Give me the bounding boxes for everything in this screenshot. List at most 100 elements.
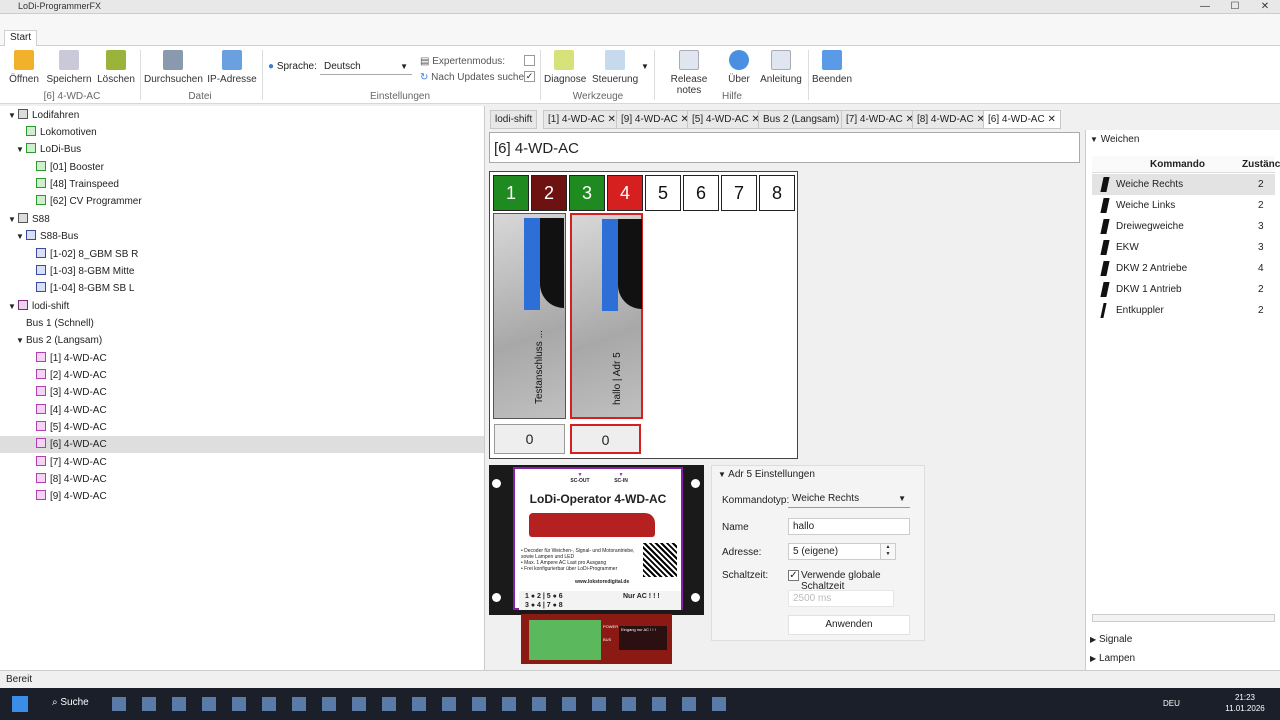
section-weichen[interactable]: ▼ Weichen xyxy=(1090,134,1139,145)
slot[interactable]: 2 xyxy=(531,175,567,211)
slot[interactable]: 8 xyxy=(759,175,795,211)
separator xyxy=(808,50,809,100)
table-row[interactable]: Dreiwegweiche 3 xyxy=(1092,216,1275,237)
language-indicator[interactable]: DEU xyxy=(1163,699,1180,708)
tree-node[interactable]: [1-04] 8-GBM SB L xyxy=(36,280,134,297)
tree-node[interactable]: [1] 4-WD-AC xyxy=(36,350,107,367)
refresh-icon: ↻ xyxy=(420,72,429,83)
folder-icon xyxy=(14,50,34,70)
table-row[interactable]: EKW 3 xyxy=(1092,237,1275,258)
about-button[interactable]: Über xyxy=(724,50,754,90)
taskbar-app-icons[interactable] xyxy=(112,697,732,711)
slot[interactable]: 5 xyxy=(645,175,681,211)
mount-hole xyxy=(691,479,700,488)
tree-node[interactable]: [7] 4-WD-AC xyxy=(36,454,107,471)
table-row[interactable]: DKW 1 Antrieb 2 xyxy=(1092,279,1275,300)
slot[interactable]: 4 xyxy=(607,175,643,211)
tree-node[interactable]: [8] 4-WD-AC xyxy=(36,471,107,488)
control-button[interactable]: Steuerung xyxy=(592,50,638,90)
terminal-block xyxy=(529,620,601,660)
section-lampen[interactable]: ▶ Lampen xyxy=(1090,653,1135,664)
slot[interactable]: 7 xyxy=(721,175,757,211)
address-field[interactable]: 5 (eigene) xyxy=(788,543,894,560)
tree-node[interactable]: [48] Trainspeed xyxy=(36,176,119,193)
tree-node[interactable]: [1-03] 8-GBM Mitte xyxy=(36,263,134,280)
tree-node[interactable]: ▼ lodi-shift xyxy=(8,298,69,315)
table-row[interactable]: Entkuppler 2 xyxy=(1092,300,1275,321)
slot[interactable]: 3 xyxy=(569,175,605,211)
tree-node[interactable]: Lokomotiven xyxy=(26,124,97,141)
doc-tab-active[interactable]: [6] 4-WD-AC ✕ xyxy=(983,110,1061,129)
delete-button[interactable]: Löschen xyxy=(96,50,136,90)
table-row[interactable]: Weiche Links 2 xyxy=(1092,195,1275,216)
doc-tab[interactable]: [8] 4-WD-AC ✕ xyxy=(912,110,990,129)
minimize-button[interactable]: — xyxy=(1190,0,1220,14)
doc-tab[interactable]: [7] 4-WD-AC ✕ xyxy=(841,110,919,129)
counter-button[interactable]: 0 xyxy=(494,424,565,454)
language-select[interactable]: Deutsch ▼ xyxy=(320,58,412,75)
turnout-card-selected[interactable]: hallo | Adr 5 xyxy=(570,213,643,419)
apply-button[interactable]: Anwenden xyxy=(788,615,910,635)
tree-node[interactable]: Bus 1 (Schnell) xyxy=(26,315,94,332)
manual-button[interactable]: Anleitung xyxy=(760,50,802,90)
device-title: LoDi-Operator 4-WD-AC xyxy=(529,492,667,506)
global-time-label: Verwende globale Schaltzeit xyxy=(801,570,881,592)
doc-tab[interactable]: lodi-shift xyxy=(490,110,538,129)
tree-node[interactable]: ▼ Lodifahren xyxy=(8,107,79,124)
tree-node[interactable]: [01] Booster xyxy=(36,159,104,176)
taskbar-search[interactable]: ⌕ Suche xyxy=(52,697,89,708)
open-button[interactable]: Öffnen xyxy=(6,50,42,90)
tree-node[interactable]: ▼ LoDi-Bus xyxy=(16,141,81,158)
tree-node[interactable]: [1-02] 8_GBM SB R xyxy=(36,246,138,263)
updates-checkbox[interactable]: ✓ xyxy=(524,71,535,82)
doc-tab[interactable]: [5] 4-WD-AC ✕ xyxy=(687,110,765,129)
ip-address-button[interactable]: IP-Adresse xyxy=(206,50,258,90)
chevron-down-icon[interactable]: ▼ xyxy=(641,62,649,71)
turnout-card[interactable]: Testanschluss ... xyxy=(493,213,566,419)
close-button[interactable]: ✕ xyxy=(1250,0,1280,14)
release-notes-button[interactable]: Release notes xyxy=(660,50,718,96)
tree-node[interactable]: ▼ S88-Bus xyxy=(16,228,78,245)
diagnose-button[interactable]: Diagnose xyxy=(544,50,586,90)
tree-node[interactable]: [3] 4-WD-AC xyxy=(36,384,107,401)
tree-node-selected[interactable]: [6] 4-WD-AC xyxy=(0,436,484,453)
tree-node[interactable]: [4] 4-WD-AC xyxy=(36,402,107,419)
table-row[interactable]: Weiche Rechts 2 xyxy=(1092,174,1275,195)
section-signale[interactable]: ▶ Signale xyxy=(1090,634,1132,645)
global-time-checkbox[interactable]: ✓ xyxy=(788,570,799,581)
clock-time[interactable]: 21:23 xyxy=(1218,693,1272,702)
save-button[interactable]: Speichern xyxy=(46,50,92,90)
doc-tab[interactable]: [1] 4-WD-AC ✕ xyxy=(543,110,621,129)
settings-header[interactable]: ▼ Adr 5 Einstellungen xyxy=(718,469,815,480)
tree-node[interactable]: ▼ S88 xyxy=(8,211,50,228)
command-type-select[interactable]: Weiche Rechts ▼ xyxy=(788,491,910,508)
horizontal-scrollbar[interactable] xyxy=(1092,614,1275,622)
switch-time-field[interactable]: 2500 ms xyxy=(788,590,894,607)
tree-node[interactable]: [2] 4-WD-AC xyxy=(36,367,107,384)
tab-start[interactable]: Start xyxy=(4,30,38,46)
col-header[interactable]: Kommando xyxy=(1150,159,1205,170)
table-row[interactable]: DKW 2 Antriebe 4 xyxy=(1092,258,1275,279)
name-field[interactable]: hallo xyxy=(788,518,910,535)
ac-warning: Nur AC ! ! ! xyxy=(623,593,660,600)
maximize-button[interactable]: ☐ xyxy=(1220,0,1250,14)
col-header[interactable]: Zustänc xyxy=(1242,159,1280,170)
browse-button[interactable]: Durchsuchen xyxy=(144,50,203,90)
switch-time-label: Schaltzeit: xyxy=(722,570,769,581)
address-stepper[interactable]: ▲ ▼ xyxy=(880,543,896,560)
expert-mode-checkbox[interactable] xyxy=(524,55,535,66)
quit-button[interactable]: Beenden xyxy=(812,50,852,90)
tree-node[interactable]: [5] 4-WD-AC xyxy=(36,419,107,436)
group-device: [6] 4-WD-AC xyxy=(43,91,101,102)
slot[interactable]: 6 xyxy=(683,175,719,211)
status-bar: Bereit xyxy=(0,670,1280,688)
slot[interactable]: 1 xyxy=(493,175,529,211)
tree-node[interactable]: ▼ Bus 2 (Langsam) xyxy=(16,332,102,349)
counter-button[interactable]: 0 xyxy=(570,424,641,454)
doc-tab[interactable]: [9] 4-WD-AC ✕ xyxy=(616,110,694,129)
clock-date[interactable]: 11.01.2026 xyxy=(1218,704,1272,713)
tree-node[interactable]: [62] CV Programmer xyxy=(36,193,142,210)
windows-start-icon[interactable] xyxy=(12,696,28,712)
tree-node[interactable]: [9] 4-WD-AC xyxy=(36,488,107,505)
device-terminals: POWER BUS Eingang nur AC ! ! ! xyxy=(521,614,672,664)
